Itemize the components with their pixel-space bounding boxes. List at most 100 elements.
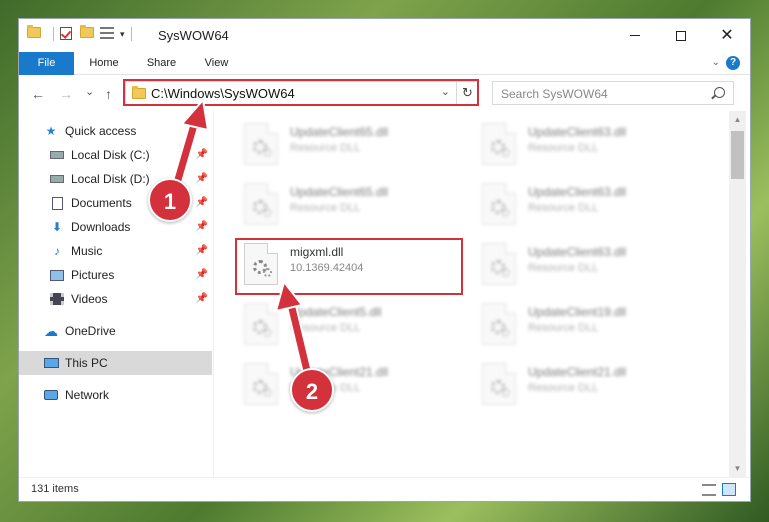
pin-icon: 📌: [195, 293, 208, 304]
dll-file-icon: [244, 243, 278, 285]
step-2-badge: 2: [290, 368, 334, 412]
minimize-button[interactable]: [612, 19, 658, 52]
quick-access-toolbar: ▾: [27, 25, 138, 41]
cloud-icon: ☁: [44, 322, 58, 339]
drive-icon: [49, 148, 65, 162]
file-item[interactable]: UpdateClient65.dll Resource DLL: [232, 117, 457, 171]
dll-file-icon: [244, 303, 278, 345]
pin-icon: 📌: [195, 173, 208, 184]
dll-file-icon: [244, 183, 278, 225]
properties-icon[interactable]: [100, 27, 114, 41]
address-path[interactable]: C:\Windows\SysWOW64: [151, 86, 295, 101]
title-bar: ▾ SysWOW64 ✕: [19, 19, 750, 52]
properties-check-icon[interactable]: [60, 27, 74, 41]
sidebar-item-network[interactable]: Network: [19, 383, 212, 407]
maximize-button[interactable]: [658, 19, 704, 52]
minimize-icon: [630, 35, 640, 36]
sidebar-item-label: This PC: [65, 356, 108, 370]
file-item[interactable]: UpdateClient63.dll Resource DLL: [470, 237, 695, 291]
search-input[interactable]: Search SysWOW64: [492, 81, 734, 105]
star-icon: ★: [45, 124, 57, 138]
ribbon-tabs: File Home Share View ⌄ ?: [19, 52, 750, 75]
sidebar-item-downloads[interactable]: ⬇ Downloads 📌: [19, 215, 212, 239]
scrollbar-thumb[interactable]: [731, 131, 744, 179]
dll-file-icon: [244, 363, 278, 405]
sidebar-item-label: Videos: [71, 292, 108, 306]
sidebar-item-music[interactable]: ♪ Music 📌: [19, 239, 212, 263]
tiles-view-icon[interactable]: [722, 483, 736, 496]
file-item[interactable]: UpdateClient19.dll Resource DLL: [470, 297, 695, 351]
vertical-scrollbar[interactable]: ▲ ▼: [729, 111, 746, 477]
dll-file-icon: [244, 123, 278, 165]
refresh-button[interactable]: ↻: [456, 82, 478, 104]
sidebar-item-label: Quick access: [65, 124, 137, 138]
file-description: Resource DLL: [528, 262, 599, 274]
dll-file-icon: [482, 123, 516, 165]
scroll-up-icon[interactable]: ▲: [729, 111, 746, 128]
computer-icon: [43, 356, 59, 370]
address-dropdown-icon[interactable]: ⌄: [441, 85, 450, 98]
address-bar[interactable]: C:\Windows\SysWOW64 ⌄ ↻: [125, 81, 479, 105]
file-item[interactable]: UpdateClient63.dll Resource DLL: [470, 177, 695, 231]
maximize-icon: [676, 30, 686, 41]
back-button[interactable]: ←: [31, 86, 45, 102]
file-item[interactable]: UpdateClient21.dll Resource DLL: [232, 357, 457, 411]
up-button[interactable]: ↑: [105, 86, 112, 102]
pin-icon: 📌: [195, 245, 208, 256]
file-name: UpdateClient63.dll: [528, 185, 627, 199]
tab-file[interactable]: File: [19, 52, 74, 75]
file-item[interactable]: UpdateClient63.dll Resource DLL: [470, 117, 695, 171]
forward-button[interactable]: →: [59, 86, 73, 102]
file-version: 10.1369.42404: [290, 262, 364, 274]
dll-file-icon: [482, 303, 516, 345]
file-description: Resource DLL: [290, 322, 361, 334]
search-icon[interactable]: [714, 87, 725, 98]
sidebar-item-label: Network: [65, 388, 110, 402]
file-name: UpdateClient63.dll: [528, 125, 627, 139]
recent-locations-button[interactable]: ⌄: [85, 85, 94, 98]
file-description: Resource DLL: [528, 202, 599, 214]
sidebar-item-onedrive[interactable]: ☁ OneDrive: [19, 319, 212, 343]
customize-toolbar-icon[interactable]: ▾: [120, 29, 125, 40]
sidebar-item-quick-access[interactable]: ★ Quick access: [19, 119, 212, 143]
file-list: UpdateClient65.dll Resource DLL UpdateCl…: [222, 111, 727, 477]
tab-view[interactable]: View: [189, 52, 244, 75]
file-item[interactable]: UpdateClient65.dll Resource DLL: [232, 177, 457, 231]
dll-file-icon: [482, 183, 516, 225]
file-item[interactable]: UpdateClient5.dll Resource DLL: [232, 297, 457, 351]
file-name: UpdateClient65.dll: [290, 125, 389, 139]
step-1-badge: 1: [148, 178, 192, 222]
sidebar-item-local-disk-c[interactable]: Local Disk (C:) 📌: [19, 143, 212, 167]
pin-icon: 📌: [195, 269, 208, 280]
folder-icon: [27, 25, 41, 41]
status-bar: 131 items: [19, 477, 750, 501]
pin-icon: 📌: [195, 197, 208, 208]
navigation-bar: ← → ⌄ ↑ C:\Windows\SysWOW64 ⌄ ↻ Search S…: [19, 76, 750, 111]
pin-icon: 📌: [195, 221, 208, 232]
details-view-icon[interactable]: [702, 484, 716, 496]
expand-ribbon-icon[interactable]: ⌄: [712, 57, 720, 68]
file-name: UpdateClient63.dll: [528, 245, 627, 259]
tab-share[interactable]: Share: [134, 52, 189, 75]
file-description: Resource DLL: [528, 142, 599, 154]
sidebar-item-label: Local Disk (D:): [71, 172, 150, 186]
sidebar-item-this-pc[interactable]: This PC: [19, 351, 212, 375]
help-icon[interactable]: ?: [726, 56, 740, 70]
sidebar-item-videos[interactable]: Videos 📌: [19, 287, 212, 311]
file-description: Resource DLL: [528, 382, 599, 394]
explorer-window: ▾ SysWOW64 ✕ File Home Share View ⌄ ? ← …: [18, 18, 751, 502]
file-item-migxml[interactable]: migxml.dll 10.1369.42404: [232, 237, 457, 291]
scroll-down-icon[interactable]: ▼: [729, 460, 746, 477]
search-placeholder: Search SysWOW64: [501, 87, 608, 101]
file-description: Resource DLL: [290, 202, 361, 214]
close-icon: ✕: [720, 26, 734, 44]
file-item[interactable]: UpdateClient21.dll Resource DLL: [470, 357, 695, 411]
video-icon: [49, 292, 65, 306]
window-title: SysWOW64: [158, 28, 229, 43]
network-icon: [43, 388, 59, 402]
new-folder-icon[interactable]: [80, 25, 94, 41]
tab-home[interactable]: Home: [74, 52, 134, 75]
dll-file-icon: [482, 363, 516, 405]
close-button[interactable]: ✕: [704, 19, 750, 52]
sidebar-item-pictures[interactable]: Pictures 📌: [19, 263, 212, 287]
